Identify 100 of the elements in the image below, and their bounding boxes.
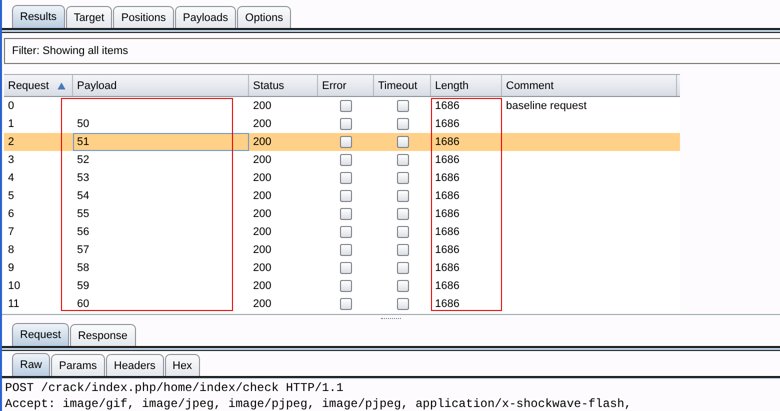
checkbox[interactable] (340, 154, 352, 166)
table-cell: 200 (253, 244, 272, 256)
table-cell: 1686 (435, 100, 460, 112)
checkbox[interactable] (340, 262, 352, 274)
table-row[interactable]: 1 50 200 1686 (4, 115, 680, 133)
raw-text-line: POST /crack/index.php/home/index/check HTTP/1.1 (5, 380, 344, 396)
view-tab[interactable]: Headers (106, 354, 164, 376)
checkbox[interactable] (396, 100, 408, 112)
column-header[interactable]: Length (431, 75, 502, 96)
table-cell: 1686 (435, 298, 460, 310)
column-header[interactable]: Comment (502, 75, 677, 96)
checkbox[interactable] (340, 280, 352, 292)
table-cell: 50 (77, 118, 90, 130)
table-row[interactable]: 11 60 200 1686 (4, 295, 680, 313)
table-cell: 200 (253, 154, 272, 166)
raw-text-line: Accept: image/gif, image/jpeg, image/pjpeg, image/pjpeg, application/x-shockwave-flash, (5, 396, 633, 411)
table-cell: 200 (253, 172, 272, 184)
table-cell: 56 (77, 226, 90, 238)
table-cell: 1686 (435, 172, 460, 184)
table-cell: 55 (77, 208, 90, 220)
results-tab[interactable]: Target (66, 6, 112, 28)
table-cell: 59 (77, 280, 90, 292)
table-row[interactable]: 0 200 1686 baseline request (4, 97, 680, 115)
checkbox[interactable] (396, 208, 408, 220)
table-cell: 1 (8, 118, 14, 130)
column-header[interactable]: Request (4, 75, 73, 96)
table-cell: 1686 (435, 280, 460, 292)
table-cell: 1686 (435, 154, 460, 166)
results-tab[interactable]: Results (12, 5, 65, 28)
checkbox[interactable] (340, 190, 352, 202)
checkbox[interactable] (396, 172, 408, 184)
checkbox[interactable] (396, 244, 408, 256)
checkbox[interactable] (340, 136, 352, 148)
checkbox[interactable] (340, 100, 352, 112)
table-cell: 200 (253, 208, 272, 220)
table-cell: 2 (8, 136, 14, 148)
checkbox[interactable] (340, 118, 352, 130)
checkbox[interactable] (396, 190, 408, 202)
table-cell: 51 (77, 136, 90, 148)
view-tab[interactable]: Hex (164, 354, 200, 376)
table-cell: 54 (77, 190, 90, 202)
table-cell: 200 (253, 190, 272, 202)
table-cell: 6 (8, 208, 14, 220)
table-cell: 200 (253, 226, 272, 238)
checkbox[interactable] (396, 118, 408, 130)
column-header[interactable]: Timeout (374, 75, 431, 96)
checkbox[interactable] (396, 154, 408, 166)
table-cell: 53 (77, 172, 90, 184)
table-cell: 5 (8, 190, 14, 202)
checkbox[interactable] (396, 280, 408, 292)
filter-bar[interactable]: Filter: Showing all items (4, 38, 780, 64)
table-row[interactable]: 10 59 200 1686 (4, 277, 680, 295)
table-cell: 200 (253, 298, 272, 310)
checkbox[interactable] (340, 208, 352, 220)
table-cell: 0 (8, 100, 14, 112)
table-cell: 200 (253, 280, 272, 292)
checkbox[interactable] (396, 226, 408, 238)
results-tab[interactable]: Options (237, 6, 292, 28)
view-tab[interactable]: Raw (12, 353, 50, 376)
table-row[interactable]: 7 56 200 1686 (4, 223, 680, 241)
table-cell: 3 (8, 154, 14, 166)
table-cell: 1686 (435, 226, 460, 238)
table-cell: 200 (253, 118, 272, 130)
table-row[interactable]: 9 58 200 1686 (4, 259, 680, 277)
checkbox[interactable] (396, 262, 408, 274)
table-row[interactable]: 5 54 200 1686 (4, 187, 680, 205)
results-tab[interactable]: Positions (113, 6, 174, 28)
table-cell: 200 (253, 100, 272, 112)
table-cell: 10 (8, 280, 20, 292)
column-header[interactable]: Payload (73, 75, 249, 96)
view-tab[interactable]: Params (51, 354, 105, 376)
table-cell: 1686 (435, 208, 460, 220)
request-tab[interactable]: Response (70, 324, 136, 346)
table-cell: 58 (77, 262, 90, 274)
table-cell: 4 (8, 172, 14, 184)
table-row[interactable]: 2 51 200 1686 (4, 133, 680, 151)
checkbox[interactable] (340, 244, 352, 256)
column-header[interactable]: Error (318, 75, 374, 96)
table-cell: 1686 (435, 136, 460, 148)
table-cell: 1686 (435, 118, 460, 130)
request-tab[interactable]: Request (12, 323, 69, 346)
table-cell: 11 (8, 298, 20, 310)
checkbox[interactable] (396, 298, 408, 310)
table-cell: 57 (77, 244, 90, 256)
table-row[interactable]: 8 57 200 1686 (4, 241, 680, 259)
table-row[interactable]: 3 52 200 1686 (4, 151, 680, 169)
results-tab[interactable]: Payloads (174, 6, 236, 28)
table-cell: 1686 (435, 190, 460, 202)
table-row[interactable]: 6 55 200 1686 (4, 205, 680, 223)
table-cell: 1686 (435, 244, 460, 256)
table-cell: baseline request (506, 100, 587, 112)
column-header[interactable]: Status (249, 75, 318, 96)
checkbox[interactable] (340, 298, 352, 310)
table-row[interactable]: 4 53 200 1686 (4, 169, 680, 187)
table-cell: 60 (77, 298, 90, 310)
checkbox[interactable] (340, 226, 352, 238)
table-cell: 1686 (435, 262, 460, 274)
checkbox[interactable] (396, 136, 408, 148)
checkbox[interactable] (340, 172, 352, 184)
table-cell: 8 (8, 244, 14, 256)
